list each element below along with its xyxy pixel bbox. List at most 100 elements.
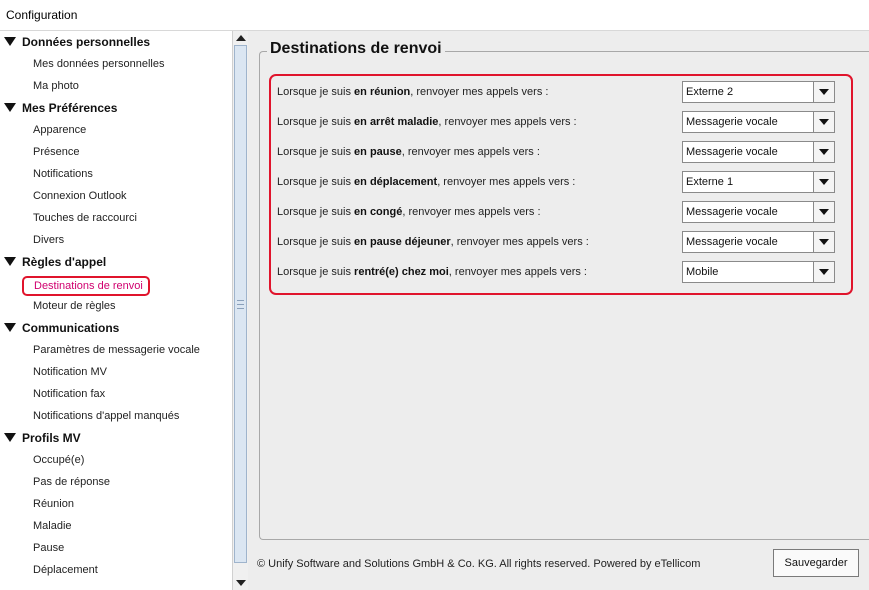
- sidebar-item-mes-donnees-personnelles[interactable]: Mes données personnelles: [33, 53, 164, 75]
- tree-group-donnees-personnelles[interactable]: Données personnelles: [0, 31, 150, 53]
- forward-target-value: Externe 1: [686, 176, 734, 188]
- triangle-down-icon[interactable]: [4, 257, 16, 267]
- forward-target-value: Mobile: [686, 266, 719, 278]
- forward-target-value: Externe 2: [686, 86, 734, 98]
- sidebar-item-notifications[interactable]: Notifications: [33, 163, 93, 185]
- tree-group-mes-preferences[interactable]: Mes Préférences: [0, 97, 117, 119]
- availability-state: en déplacement: [354, 176, 438, 188]
- forward-rule-row: Lorsque je suis en arrêt maladie, renvoy…: [277, 111, 837, 135]
- triangle-down-icon[interactable]: [4, 103, 16, 113]
- tree-group-label: Règles d'appel: [22, 255, 107, 269]
- scroll-up-icon[interactable]: [236, 35, 246, 41]
- forward-target-value: Messagerie vocale: [686, 206, 778, 218]
- chevron-down-icon: [819, 269, 829, 275]
- triangle-down-icon[interactable]: [4, 323, 16, 333]
- forward-target-select[interactable]: Messagerie vocale: [682, 201, 835, 223]
- label-suffix: , renvoyer mes appels vers :: [401, 146, 540, 158]
- label-suffix: , renvoyer mes appels vers :: [410, 86, 549, 98]
- forward-target-select[interactable]: Externe 2: [682, 81, 835, 103]
- dropdown-button[interactable]: [813, 142, 834, 162]
- forward-rule-label: Lorsque je suis en pause déjeuner, renvo…: [277, 236, 589, 248]
- sidebar-item-occupe-e[interactable]: Occupé(e): [33, 449, 84, 471]
- tree-group-profils-mv[interactable]: Profils MV: [0, 427, 81, 449]
- triangle-down-icon[interactable]: [4, 37, 16, 47]
- scroll-grip-icon: [237, 300, 244, 309]
- forward-target-select[interactable]: Messagerie vocale: [682, 111, 835, 133]
- availability-state: rentré(e) chez moi: [354, 266, 449, 278]
- sidebar-item-touches-de-raccourci[interactable]: Touches de raccourci: [33, 207, 137, 229]
- sidebar-item-notification-mv[interactable]: Notification MV: [33, 361, 107, 383]
- sidebar-item-ma-photo[interactable]: Ma photo: [33, 75, 79, 97]
- forward-target-select[interactable]: Externe 1: [682, 171, 835, 193]
- forward-rule-row: Lorsque je suis rentré(e) chez moi, renv…: [277, 261, 837, 285]
- sidebar-item-moteur-de-regles[interactable]: Moteur de règles: [33, 295, 116, 317]
- availability-state: en arrêt maladie: [354, 116, 439, 128]
- sidebar-item-pas-de-reponse[interactable]: Pas de réponse: [33, 471, 110, 493]
- label-prefix: Lorsque je suis: [277, 146, 355, 158]
- sidebar-item-destinations-de-renvoi[interactable]: Destinations de renvoi: [22, 276, 150, 296]
- forward-target-select[interactable]: Messagerie vocale: [682, 141, 835, 163]
- forward-target-value: Messagerie vocale: [686, 146, 778, 158]
- tree-group-label: Communications: [22, 321, 120, 335]
- forward-rule-label: Lorsque je suis en arrêt maladie, renvoy…: [277, 116, 577, 128]
- label-suffix: , renvoyer mes appels vers :: [448, 266, 587, 278]
- forward-rule-label: Lorsque je suis rentré(e) chez moi, renv…: [277, 266, 587, 278]
- availability-state: en congé: [354, 206, 403, 218]
- dropdown-button[interactable]: [813, 202, 834, 222]
- label-prefix: Lorsque je suis: [277, 266, 355, 278]
- title-bar: Configuration: [0, 0, 869, 31]
- forward-rule-label: Lorsque je suis en réunion, renvoyer mes…: [277, 86, 548, 98]
- label-prefix: Lorsque je suis: [277, 176, 355, 188]
- sidebar-scrollbar[interactable]: [232, 31, 248, 590]
- save-button[interactable]: Sauvegarder: [773, 549, 859, 577]
- sidebar-item-notification-fax[interactable]: Notification fax: [33, 383, 105, 405]
- dropdown-button[interactable]: [813, 82, 834, 102]
- tree-group-regles-d-appel[interactable]: Règles d'appel: [0, 251, 106, 273]
- availability-state: en pause: [354, 146, 402, 158]
- label-prefix: Lorsque je suis: [277, 236, 355, 248]
- dropdown-button[interactable]: [813, 262, 834, 282]
- sidebar-item-connexion-outlook[interactable]: Connexion Outlook: [33, 185, 127, 207]
- chevron-down-icon: [819, 179, 829, 185]
- panel-title: Destinations de renvoi: [267, 40, 445, 58]
- sidebar-item-parametres-de-messagerie-vocale[interactable]: Paramètres de messagerie vocale: [33, 339, 200, 361]
- forward-target-value: Messagerie vocale: [686, 236, 778, 248]
- tree-group-label: Données personnelles: [22, 35, 151, 49]
- forward-rule-row: Lorsque je suis en congé, renvoyer mes a…: [277, 201, 837, 225]
- label-suffix: , renvoyer mes appels vers :: [402, 206, 541, 218]
- sidebar-item-maladie[interactable]: Maladie: [33, 515, 72, 537]
- settings-panel: Destinations de renvoi Lorsque je suis e…: [248, 31, 869, 590]
- scroll-thumb[interactable]: [234, 45, 247, 563]
- window-title: Configuration: [6, 8, 78, 22]
- label-suffix: , renvoyer mes appels vers :: [438, 116, 577, 128]
- forward-rule-label: Lorsque je suis en déplacement, renvoyer…: [277, 176, 575, 188]
- sidebar-item-pause[interactable]: Pause: [33, 537, 64, 559]
- dropdown-button[interactable]: [813, 232, 834, 252]
- sidebar-item-presence[interactable]: Présence: [33, 141, 79, 163]
- label-prefix: Lorsque je suis: [277, 116, 355, 128]
- chevron-down-icon: [819, 149, 829, 155]
- chevron-down-icon: [819, 239, 829, 245]
- availability-state: en réunion: [354, 86, 411, 98]
- forward-rule-label: Lorsque je suis en congé, renvoyer mes a…: [277, 206, 541, 218]
- copyright-text: © Unify Software and Solutions GmbH & Co…: [257, 558, 701, 570]
- triangle-down-icon[interactable]: [4, 433, 16, 443]
- tree-group-communications[interactable]: Communications: [0, 317, 119, 339]
- sidebar-item-apparence[interactable]: Apparence: [33, 119, 86, 141]
- dropdown-button[interactable]: [813, 172, 834, 192]
- sidebar-item-reunion[interactable]: Réunion: [33, 493, 74, 515]
- sidebar-item-deplacement[interactable]: Déplacement: [33, 559, 98, 581]
- sidebar-item-divers[interactable]: Divers: [33, 229, 64, 251]
- forward-target-value: Messagerie vocale: [686, 116, 778, 128]
- label-prefix: Lorsque je suis: [277, 206, 355, 218]
- tree-group-label: Profils MV: [22, 431, 81, 445]
- forward-rule-row: Lorsque je suis en pause, renvoyer mes a…: [277, 141, 837, 165]
- scroll-down-icon[interactable]: [236, 580, 246, 586]
- chevron-down-icon: [819, 119, 829, 125]
- dropdown-button[interactable]: [813, 112, 834, 132]
- sidebar-item-notifications-d-appel-manques[interactable]: Notifications d'appel manqués: [33, 405, 179, 427]
- navigation-tree: Données personnelles Mes données personne…: [0, 31, 232, 590]
- forward-target-select[interactable]: Messagerie vocale: [682, 231, 835, 253]
- chevron-down-icon: [819, 89, 829, 95]
- forward-target-select[interactable]: Mobile: [682, 261, 835, 283]
